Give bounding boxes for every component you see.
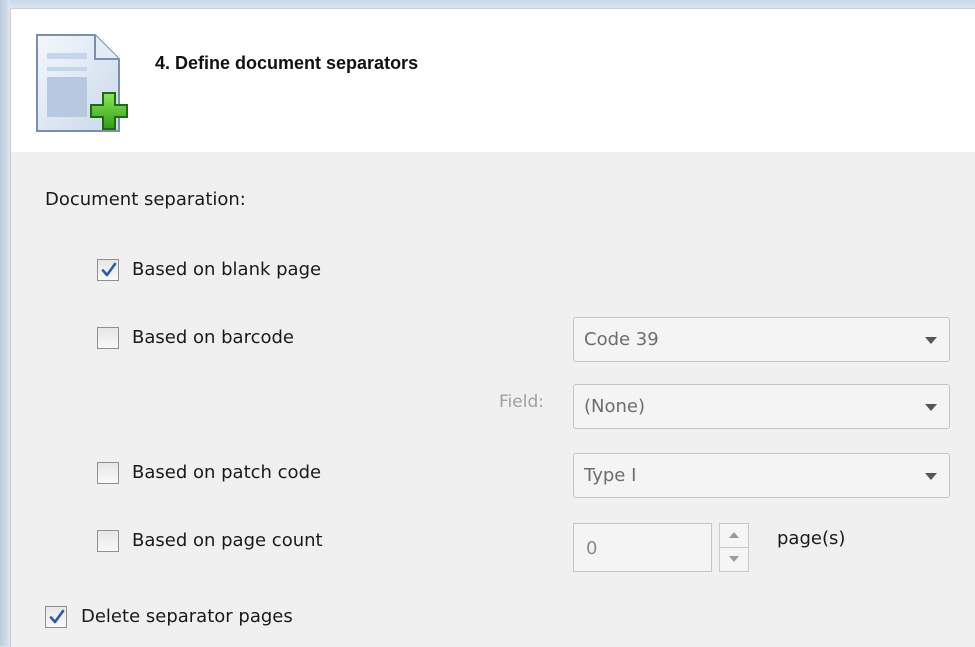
patch-code-value: Type I [584,465,637,486]
page-count-unit: page(s) [777,528,846,549]
page-count-checkbox[interactable] [97,530,119,552]
chevron-down-icon [925,473,937,480]
page-count-input[interactable]: 0 [573,523,712,572]
spin-down-button[interactable] [720,548,748,571]
patch-code-dropdown[interactable]: Type I [573,453,950,498]
blank-page-checkbox[interactable] [97,259,119,281]
barcode-type-dropdown[interactable]: Code 39 [573,317,950,362]
barcode-label[interactable]: Based on barcode [132,327,294,348]
window-frame-left [0,0,10,646]
barcode-type-value: Code 39 [584,329,659,350]
page-title: 4. Define document separators [155,53,419,73]
wizard-header: 4. Define document separators [11,9,975,152]
chevron-down-icon [925,337,937,344]
checkmark-icon [49,609,65,624]
section-label: Document separation: [45,189,246,210]
checkmark-icon [101,262,117,277]
field-label: Field: [499,392,544,412]
barcode-checkbox[interactable] [97,327,119,349]
page-count-spinner[interactable] [719,523,749,572]
patch-code-label[interactable]: Based on patch code [132,462,321,483]
window-frame-top [0,0,975,8]
field-dropdown[interactable]: (None) [573,384,950,429]
arrow-down-icon [729,556,739,562]
field-value: (None) [584,396,646,417]
page-count-label[interactable]: Based on page count [132,530,323,551]
chevron-down-icon [925,404,937,411]
page-count-value: 0 [586,538,598,559]
blank-page-label[interactable]: Based on blank page [132,259,321,280]
spin-up-button[interactable] [720,524,748,548]
document-add-icon [33,33,131,133]
delete-separator-label[interactable]: Delete separator pages [81,606,293,627]
delete-separator-checkbox[interactable] [45,606,67,628]
patch-code-checkbox[interactable] [97,462,119,484]
arrow-up-icon [729,532,739,538]
wizard-dialog: 4. Define document separators Document s… [10,8,975,647]
